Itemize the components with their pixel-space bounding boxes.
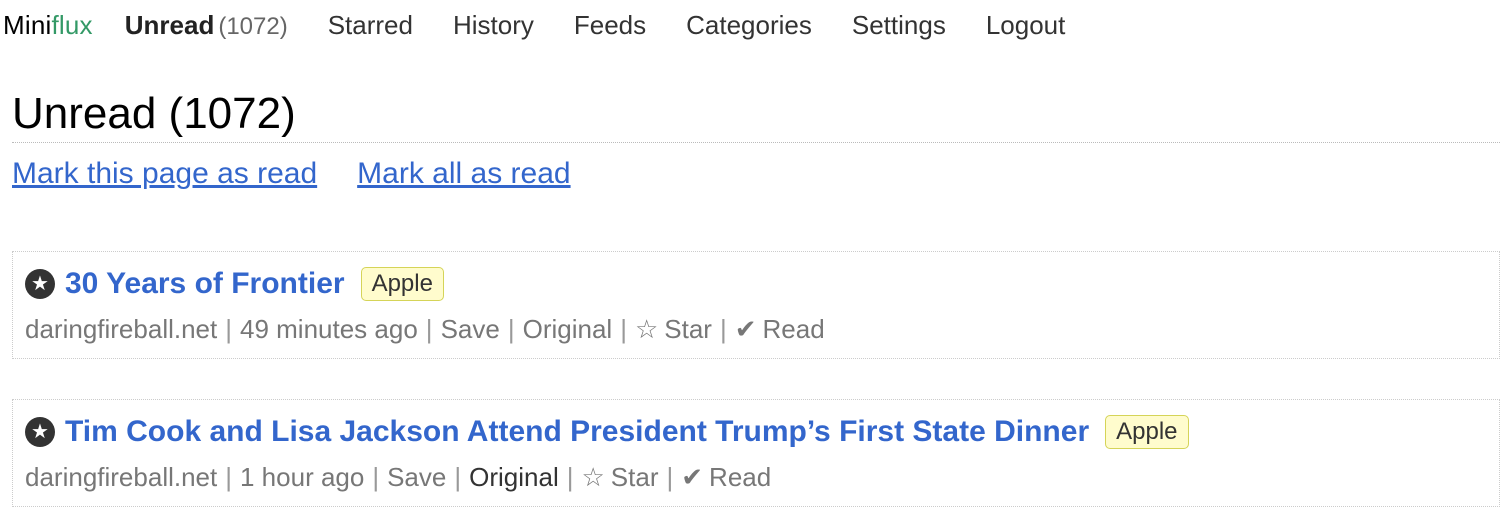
star-outline-icon: ☆ — [634, 314, 659, 344]
checkmark-icon: ✔ — [681, 462, 704, 492]
save-link[interactable]: Save — [441, 314, 500, 345]
separator: | — [425, 314, 433, 344]
separator: | — [372, 462, 380, 492]
mark-all-read-link[interactable]: Mark all as read — [357, 157, 570, 191]
separator: | — [566, 462, 574, 492]
entry-title-row: ★ 30 Years of Frontier Apple — [25, 264, 1487, 304]
entry-time: 49 minutes ago — [240, 314, 418, 344]
nav-starred[interactable]: Starred — [328, 10, 413, 41]
separator: | — [719, 314, 727, 344]
star-toggle[interactable]: ☆ Star — [635, 314, 712, 345]
logo-mini: Mini — [3, 9, 52, 40]
separator: | — [620, 314, 627, 344]
entry-title-row: ★ Tim Cook and Lisa Jackson Attend Presi… — [25, 412, 1487, 452]
read-label: Read — [762, 314, 825, 344]
separator: | — [225, 462, 232, 492]
separator: | — [454, 462, 462, 492]
nav-logout[interactable]: Logout — [986, 10, 1066, 41]
entry-site-link[interactable]: daringfireball.net — [25, 314, 217, 345]
separator: | — [225, 314, 232, 344]
original-link[interactable]: Original — [469, 462, 559, 493]
nav-settings[interactable]: Settings — [852, 10, 946, 41]
entry-list: ★ 30 Years of Frontier Apple daringfireb… — [12, 251, 1500, 507]
top-header: Miniflux Unread (1072) Starred History Fe… — [0, 0, 1512, 50]
save-link[interactable]: Save — [387, 462, 446, 493]
original-link[interactable]: Original — [523, 314, 613, 345]
main-nav: Unread (1072) Starred History Feeds Categ… — [125, 10, 1106, 41]
logo[interactable]: Miniflux — [3, 10, 93, 41]
page-actions: Mark this page as read Mark all as read — [12, 157, 1500, 191]
read-toggle[interactable]: ✔ Read — [681, 462, 771, 493]
nav-feeds[interactable]: Feeds — [574, 10, 646, 41]
nav-categories[interactable]: Categories — [686, 10, 812, 41]
star-circle-icon: ★ — [25, 417, 55, 447]
star-label: Star — [664, 314, 712, 344]
category-badge[interactable]: Apple — [1105, 415, 1189, 449]
star-toggle[interactable]: ☆ Star — [581, 462, 658, 493]
category-badge[interactable]: Apple — [360, 267, 444, 301]
separator: | — [666, 462, 674, 492]
logo-flux: flux — [51, 9, 93, 40]
nav-unread-label: Unread — [124, 9, 215, 40]
star-label: Star — [610, 462, 659, 492]
entry-meta: daringfireball.net | 1 hour ago | Save |… — [25, 462, 1487, 493]
entry-time: 1 hour ago — [240, 462, 365, 492]
mark-page-read-link[interactable]: Mark this page as read — [12, 157, 317, 191]
nav-unread-count: (1072) — [218, 12, 288, 40]
star-outline-icon: ☆ — [581, 462, 605, 492]
nav-history[interactable]: History — [453, 10, 534, 41]
nav-unread[interactable]: Unread (1072) — [125, 10, 288, 41]
entry-item: ★ Tim Cook and Lisa Jackson Attend Presi… — [12, 399, 1500, 507]
separator: | — [507, 314, 515, 344]
page-header: Unread (1072) — [12, 88, 1500, 143]
page-title: Unread (1072) — [12, 89, 296, 138]
read-label: Read — [709, 462, 772, 492]
entry-site-link[interactable]: daringfireball.net — [25, 462, 217, 493]
star-circle-icon: ★ — [25, 269, 55, 299]
entry-item: ★ 30 Years of Frontier Apple daringfireb… — [12, 251, 1500, 359]
entry-title-link[interactable]: Tim Cook and Lisa Jackson Attend Preside… — [65, 415, 1089, 449]
checkmark-icon: ✔ — [734, 314, 757, 344]
entry-title-link[interactable]: 30 Years of Frontier — [65, 267, 345, 301]
read-toggle[interactable]: ✔ Read — [735, 314, 825, 345]
entry-meta: daringfireball.net | 49 minutes ago | Sa… — [25, 314, 1487, 345]
